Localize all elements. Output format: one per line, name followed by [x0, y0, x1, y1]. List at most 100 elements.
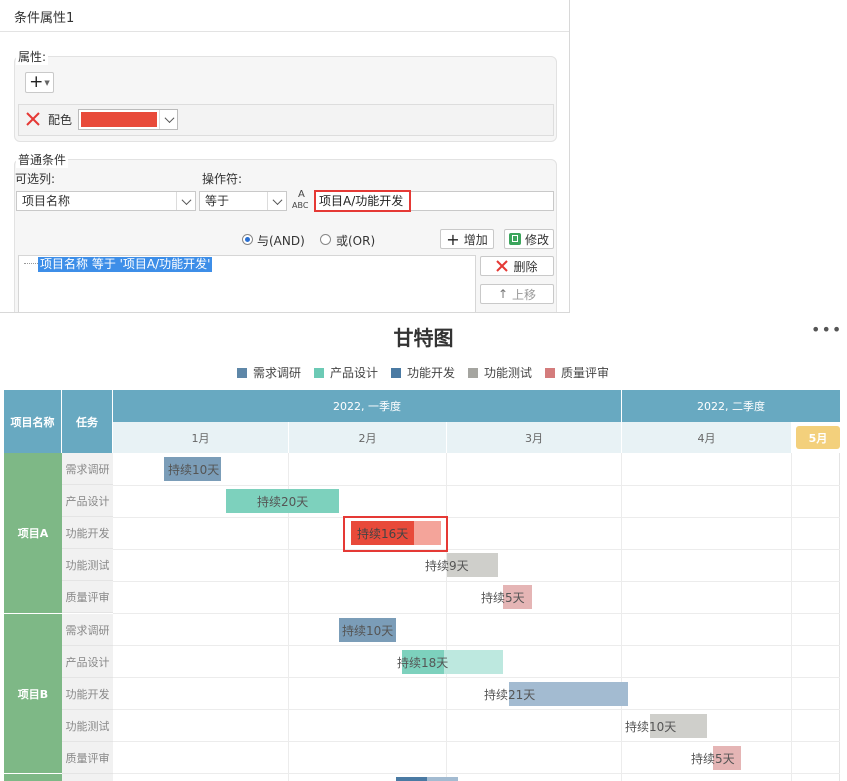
- row-line: [113, 549, 840, 550]
- column-select-value: 项目名称: [22, 194, 71, 208]
- move-up-label: 上移: [512, 287, 537, 302]
- bar-label: 持续16天: [357, 527, 409, 541]
- legend-item[interactable]: 产品设计: [314, 364, 378, 381]
- bar-label: 持续10天: [625, 720, 677, 734]
- month-header: 4月: [622, 422, 792, 453]
- grid-line: [621, 453, 622, 781]
- chevron-down-icon[interactable]: [267, 192, 286, 210]
- or-label: 或(OR): [336, 234, 376, 248]
- add-condition-button[interactable]: + 增加: [440, 229, 494, 249]
- delete-label: 删除: [513, 259, 538, 274]
- operator-label: 操作符:: [202, 172, 243, 186]
- tree-line: [24, 263, 38, 264]
- month-header-current: 5月: [796, 426, 840, 449]
- month-header: 3月: [447, 422, 622, 453]
- color-swatch: [81, 112, 157, 127]
- legend-item[interactable]: 需求调研: [237, 364, 301, 381]
- and-label: 与(AND): [257, 234, 305, 248]
- gantt-title: 甘特图: [393, 326, 454, 350]
- condition-group-label: 普通条件: [16, 151, 69, 168]
- bar-label: 持续10天: [168, 463, 220, 477]
- or-radio[interactable]: [320, 234, 331, 245]
- task-cell: 产品设计: [62, 485, 113, 517]
- row-line: [113, 485, 840, 486]
- bar-label: 持续5天: [691, 752, 735, 766]
- bar-label: 持续10天: [342, 624, 394, 638]
- color-picker[interactable]: [78, 109, 178, 130]
- month-header: 2月: [289, 422, 447, 453]
- chevron-down-icon[interactable]: [176, 192, 195, 210]
- task-cell: 功能测试: [62, 549, 113, 581]
- row-line: [113, 517, 840, 518]
- bar-label: 持续9天: [425, 559, 469, 573]
- legend-label: 功能测试: [484, 366, 533, 380]
- dropdown-caret-icon: ▼: [44, 78, 50, 87]
- bar-label: 持续5天: [481, 591, 525, 605]
- quarter-header: 2022, 一季度: [113, 390, 622, 422]
- row-line: [113, 581, 840, 582]
- row-line: [113, 645, 840, 646]
- task-column-header: 任务: [62, 390, 113, 453]
- column-select[interactable]: 项目名称: [16, 191, 196, 211]
- color-dropdown-arrow[interactable]: [159, 110, 178, 129]
- task-cell: 需求调研: [62, 453, 113, 485]
- grid-line: [446, 453, 447, 781]
- title-divider: [0, 31, 569, 32]
- arrow-up-icon: ↑: [497, 287, 509, 301]
- legend-item[interactable]: 质量评审: [545, 364, 609, 381]
- task-cell: [62, 774, 113, 781]
- gantt-grid: [113, 453, 840, 781]
- legend-label: 需求调研: [253, 366, 302, 380]
- plus-icon: +: [29, 72, 44, 92]
- legend-swatch: [391, 367, 401, 378]
- legend-label: 质量评审: [561, 366, 610, 380]
- add-condition-label: 增加: [463, 232, 488, 247]
- row-line: [113, 741, 840, 742]
- task-cell: 产品设计: [62, 646, 113, 678]
- project-column-header: 项目名称: [4, 390, 62, 453]
- legend-label: 产品设计: [330, 366, 379, 380]
- operator-select[interactable]: 等于: [199, 191, 287, 211]
- task-cell: 质量评审: [62, 742, 113, 774]
- operator-select-value: 等于: [205, 194, 230, 208]
- legend-swatch: [314, 367, 324, 378]
- row-line: [113, 677, 840, 678]
- condition-dialog: 条件属性1 属性: + ▼ 配色 普通条件 可选列: 操作符: 项目名称 等于 …: [0, 0, 570, 313]
- delete-button[interactable]: 删除: [480, 256, 554, 276]
- dialog-title: 条件属性1: [14, 11, 75, 26]
- task-cell: 功能测试: [62, 710, 113, 742]
- project-cell: 项目A: [4, 453, 62, 614]
- edit-icon: [508, 233, 521, 245]
- bar-label: 持续18天: [397, 656, 449, 670]
- legend-item[interactable]: 功能开发: [391, 364, 455, 381]
- project-cell: [4, 774, 62, 781]
- legend-swatch: [545, 367, 555, 378]
- legend-swatch: [468, 367, 478, 378]
- modify-condition-button[interactable]: 修改: [504, 229, 554, 249]
- legend-swatch: [237, 367, 247, 378]
- task-cell: 功能开发: [62, 678, 113, 710]
- gantt-bar[interactable]: [396, 777, 427, 781]
- condition-list-item[interactable]: 项目名称 等于 '项目A/功能开发': [38, 257, 213, 272]
- grid-line: [791, 453, 792, 781]
- row-line: [113, 709, 840, 710]
- abc-formula-icon[interactable]: A ABC: [292, 190, 312, 211]
- move-up-button[interactable]: ↑ 上移: [480, 284, 554, 304]
- condition-list[interactable]: 项目名称 等于 '项目A/功能开发': [18, 255, 476, 312]
- legend-item[interactable]: 功能测试: [468, 364, 532, 381]
- add-property-button[interactable]: + ▼: [25, 72, 54, 93]
- project-cell: 项目B: [4, 614, 62, 774]
- task-cell: 功能开发: [62, 517, 113, 549]
- and-radio[interactable]: [242, 234, 253, 245]
- color-label: 配色: [48, 113, 73, 127]
- task-cell: 质量评审: [62, 581, 113, 613]
- delete-icon: [496, 260, 509, 272]
- legend-label: 功能开发: [407, 366, 456, 380]
- value-input[interactable]: 项目A/功能开发: [314, 190, 411, 212]
- bar-label: 持续20天: [257, 495, 309, 509]
- more-options-icon[interactable]: •••: [811, 320, 842, 339]
- month-header: 1月: [113, 422, 289, 453]
- column-label: 可选列:: [15, 172, 56, 186]
- remove-property-icon[interactable]: [25, 111, 41, 127]
- plus-icon: +: [446, 229, 460, 249]
